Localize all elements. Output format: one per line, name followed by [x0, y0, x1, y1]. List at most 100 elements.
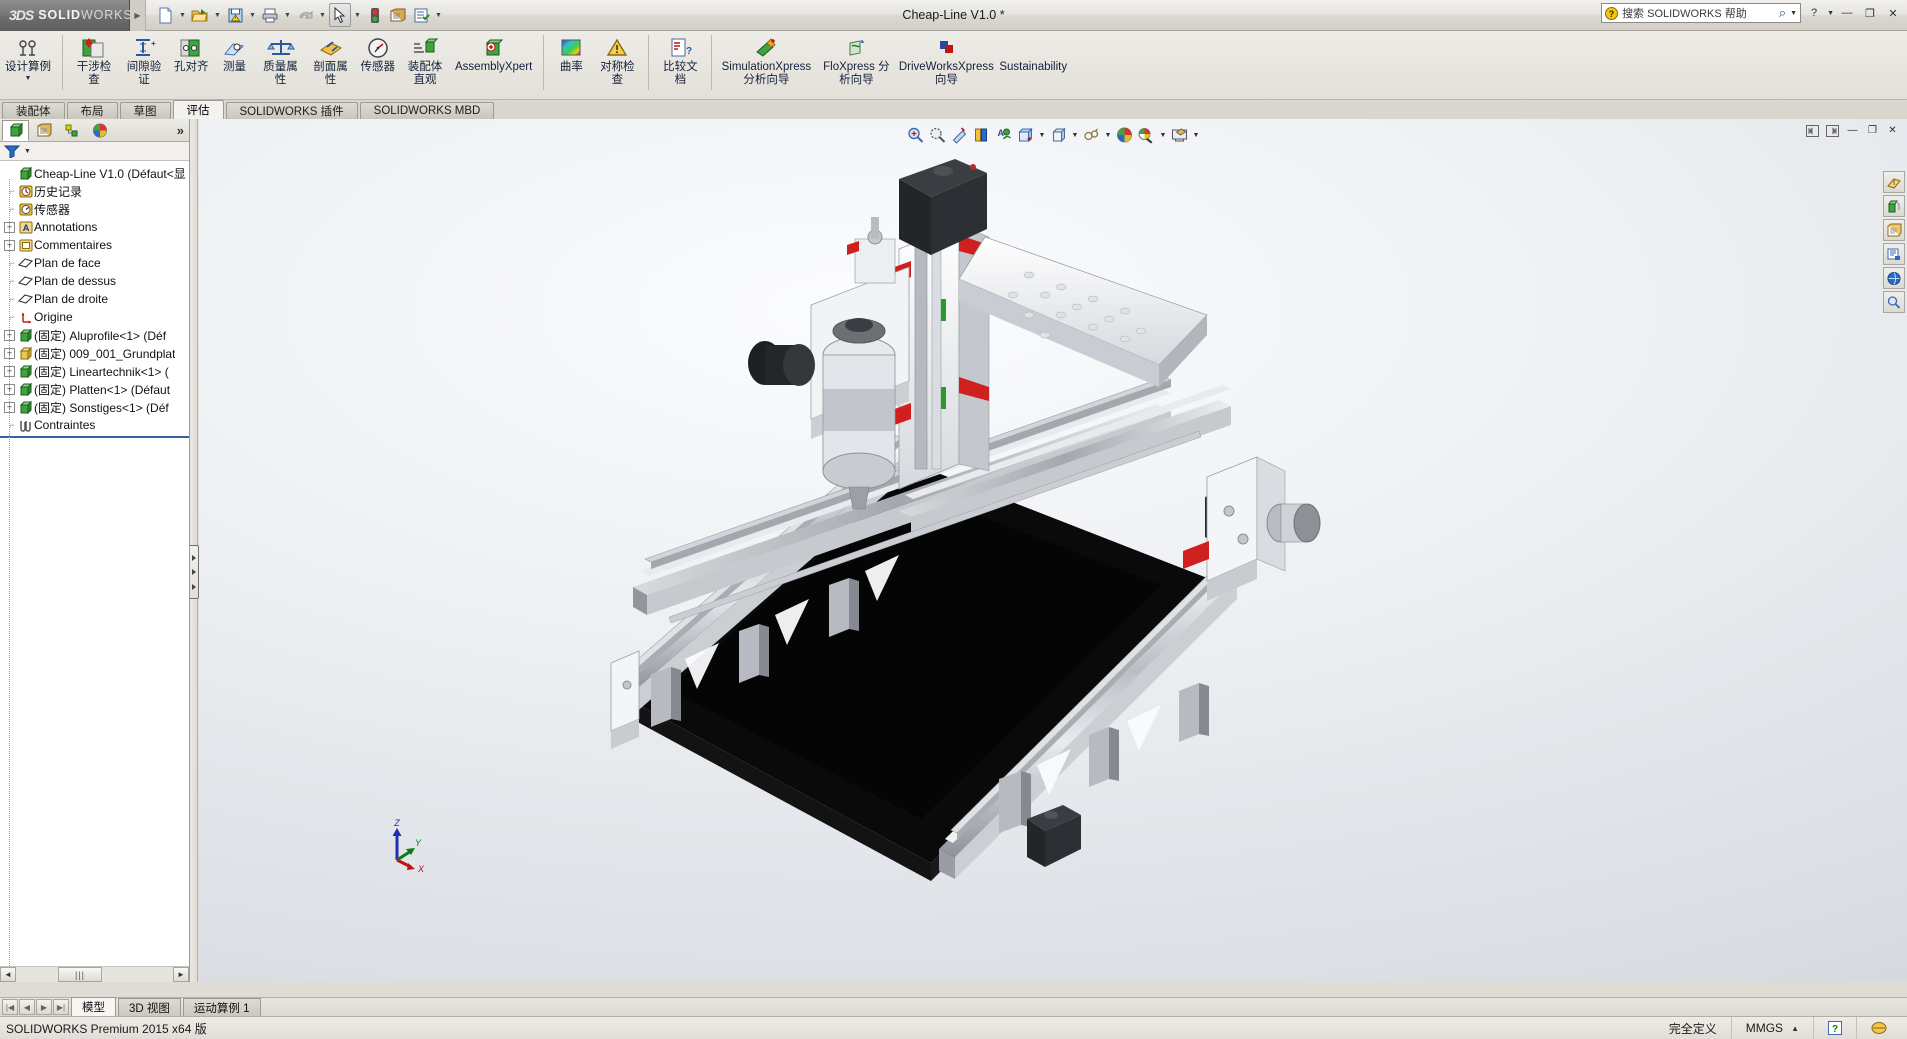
- ribbon-button-section-properties[interactable]: 剖面属性: [306, 31, 356, 87]
- file-properties-button[interactable]: [387, 3, 409, 27]
- status-help-badge[interactable]: ?: [1813, 1017, 1856, 1039]
- feature-tree[interactable]: Cheap-Line V1.0 (Défaut<显 ⌐ 历史记录 ⌐ 传感器 +: [0, 161, 189, 966]
- tab-model[interactable]: 模型: [71, 997, 116, 1016]
- panel-more-tabs-icon[interactable]: »: [177, 123, 184, 138]
- undo-button[interactable]: [294, 3, 316, 27]
- undo-caret-icon[interactable]: ▼: [317, 3, 328, 27]
- sidebar-item-configuration-manager[interactable]: [58, 120, 85, 141]
- tree-item-grundplatte-label: (固定) 009_001_Grundplat: [34, 345, 175, 362]
- restore-button[interactable]: ❐: [1860, 3, 1880, 23]
- rebuild-button[interactable]: [364, 3, 386, 27]
- help-area: ? 搜索 SOLIDWORKS 帮助 ⌕ ▼ ? ▼ — ❐ ✕: [1601, 3, 1903, 23]
- tree-item-platten[interactable]: + (固定) Platten<1> (Défaut: [0, 380, 189, 398]
- ribbon-button-sensor[interactable]: 传感器: [356, 31, 401, 74]
- tree-item-sensors[interactable]: ⌐ 传感器: [0, 200, 189, 218]
- help-menu-icon[interactable]: ?: [1804, 3, 1824, 23]
- select-tool-caret-icon[interactable]: ▼: [352, 3, 363, 27]
- search-icon[interactable]: ⌕: [1779, 5, 1786, 21]
- cnc-router-3d-model[interactable]: [199, 119, 1907, 982]
- tree-item-right-plane[interactable]: ⌐ Plan de droite: [0, 290, 189, 308]
- help-menu-caret-icon[interactable]: ▼: [1827, 10, 1834, 17]
- tab-solidworks-mbd[interactable]: SOLIDWORKS MBD: [360, 102, 495, 119]
- tab-evaluate[interactable]: 评估: [173, 100, 224, 119]
- tree-item-grundplatte[interactable]: + (固定) 009_001_Grundplat: [0, 344, 189, 362]
- status-editing-indicator[interactable]: [1856, 1017, 1901, 1039]
- tab-solidworks-addins[interactable]: SOLIDWORKS 插件: [226, 102, 358, 119]
- select-tool-button[interactable]: [329, 3, 351, 27]
- graphics-area[interactable]: A ▼ ▼ ▼ ▼ ▼: [199, 119, 1907, 982]
- new-document-caret-icon[interactable]: ▼: [177, 3, 188, 27]
- tree-item-front-plane[interactable]: ⌐ Plan de face: [0, 254, 189, 272]
- ribbon-label-compare-documents: 比较文档: [660, 61, 700, 87]
- plane-icon: [17, 292, 34, 306]
- design-study-caret-icon[interactable]: ▼: [25, 75, 32, 82]
- ribbon-button-compare-documents[interactable]: ? 比较文档: [655, 31, 705, 87]
- feature-tree-filter-bar[interactable]: ▼: [0, 142, 189, 161]
- ribbon-button-assembly-xpert[interactable]: AssemblyXpert: [450, 31, 537, 74]
- ribbon-button-sustainability[interactable]: Sustainability: [994, 31, 1072, 74]
- ribbon-button-flo-xpress[interactable]: FloXpress 分析向导: [814, 31, 898, 87]
- tree-item-history[interactable]: ⌐ 历史记录: [0, 182, 189, 200]
- tab-motion-study[interactable]: 运动算例 1: [183, 998, 261, 1016]
- ribbon-button-interference-detection[interactable]: 干涉检查: [69, 31, 119, 87]
- ribbon-label-design-study: 设计算例: [5, 61, 51, 74]
- tab-last-button[interactable]: ▶|: [53, 999, 69, 1015]
- tab-first-button[interactable]: |◀: [2, 999, 18, 1015]
- print-button[interactable]: [259, 3, 281, 27]
- sidebar-item-feature-manager[interactable]: [2, 120, 29, 141]
- menu-expand-arrow-icon[interactable]: ▶: [130, 0, 146, 31]
- new-document-button[interactable]: [154, 3, 176, 27]
- options-caret-icon[interactable]: ▼: [433, 3, 444, 27]
- hscroll-thumb[interactable]: |||: [58, 967, 102, 982]
- status-units[interactable]: MMGS ▲: [1731, 1017, 1813, 1039]
- units-caret-icon[interactable]: ▲: [1791, 1024, 1799, 1033]
- close-button[interactable]: ✕: [1883, 3, 1903, 23]
- print-caret-icon[interactable]: ▼: [282, 3, 293, 27]
- help-search-box[interactable]: ? 搜索 SOLIDWORKS 帮助 ⌕ ▼: [1601, 3, 1801, 23]
- feature-tree-hscrollbar[interactable]: ◄ ||| ►: [0, 966, 189, 982]
- save-document-button[interactable]: !: [224, 3, 246, 27]
- property-manager-icon: [35, 122, 53, 139]
- ribbon-label-assembly-xpert: AssemblyXpert: [455, 61, 532, 74]
- tab-prev-button[interactable]: ◀: [19, 999, 35, 1015]
- hscroll-right-arrow[interactable]: ►: [173, 967, 189, 982]
- sidebar-item-property-manager[interactable]: [30, 120, 57, 141]
- ribbon-button-clearance-verification[interactable]: + 间隙验证: [119, 31, 169, 87]
- ribbon-button-assembly-visualization[interactable]: 装配体直观: [400, 31, 450, 87]
- tree-item-aluprofile[interactable]: + (固定) Aluprofile<1> (Déf: [0, 326, 189, 344]
- tree-item-top-plane[interactable]: ⌐ Plan de dessus: [0, 272, 189, 290]
- ribbon-button-curvature[interactable]: 曲率: [550, 31, 592, 74]
- tree-item-comments[interactable]: + Commentaires: [0, 236, 189, 254]
- tree-item-lineartechnik[interactable]: + (固定) Lineartechnik<1> (: [0, 362, 189, 380]
- sidebar-item-display-manager[interactable]: [86, 120, 113, 141]
- minimize-button[interactable]: —: [1837, 3, 1857, 23]
- panel-collapse-grip[interactable]: [190, 545, 199, 599]
- ribbon-button-simulation-xpress[interactable]: SimulationXpress 分析向导: [718, 31, 814, 87]
- ribbon-button-symmetry-check[interactable]: 对称检查: [592, 31, 642, 87]
- tab-assembly[interactable]: 装配体: [2, 102, 65, 119]
- tab-3d-views[interactable]: 3D 视图: [118, 998, 181, 1016]
- options-button[interactable]: [410, 3, 432, 27]
- hscroll-left-arrow[interactable]: ◄: [0, 967, 16, 982]
- tree-item-root[interactable]: Cheap-Line V1.0 (Défaut<显: [0, 164, 189, 182]
- tree-item-origin[interactable]: ⌐ Origine: [0, 308, 189, 326]
- ribbon-button-hole-alignment[interactable]: 孔对齐: [169, 31, 214, 74]
- tab-layout[interactable]: 布局: [67, 102, 118, 119]
- open-document-button[interactable]: [189, 3, 211, 27]
- tree-item-annotations[interactable]: + A Annotations: [0, 218, 189, 236]
- save-document-caret-icon[interactable]: ▼: [247, 3, 258, 27]
- tree-item-mates[interactable]: ⌐ Contraintes: [0, 416, 189, 434]
- ribbon-button-design-study[interactable]: 设计算例 ▼: [0, 31, 56, 82]
- help-search-caret-icon[interactable]: ▼: [1790, 10, 1797, 17]
- y-stepper-motor-front: [1027, 805, 1081, 867]
- triad-x-label: X: [417, 864, 425, 872]
- open-document-caret-icon[interactable]: ▼: [212, 3, 223, 27]
- filter-caret-icon[interactable]: ▼: [24, 148, 31, 155]
- tab-next-button[interactable]: ▶: [36, 999, 52, 1015]
- ribbon-button-measure[interactable]: 测量: [214, 31, 256, 74]
- tree-item-sonstiges[interactable]: + (固定) Sonstiges<1> (Déf: [0, 398, 189, 416]
- ribbon-button-mass-properties[interactable]: 质量属性: [256, 31, 306, 87]
- hscroll-track[interactable]: |||: [16, 967, 173, 982]
- tab-sketch[interactable]: 草图: [120, 102, 171, 119]
- ribbon-button-driveworks-xpress[interactable]: DriveWorksXpress 向导: [898, 31, 994, 87]
